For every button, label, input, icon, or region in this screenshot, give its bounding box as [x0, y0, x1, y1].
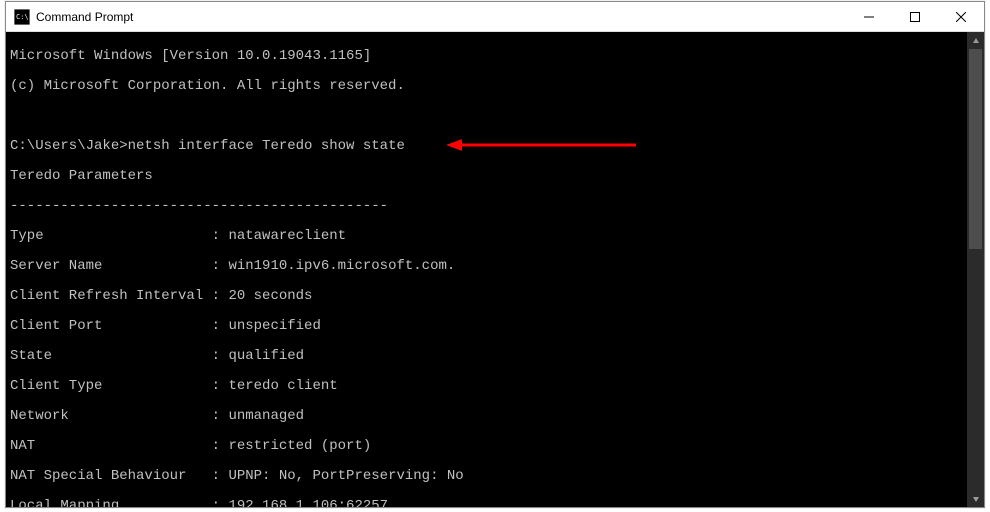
window-controls — [846, 2, 984, 31]
window-title: Command Prompt — [36, 10, 846, 24]
titlebar[interactable]: C:\ Command Prompt — [6, 2, 984, 32]
prompt-command: netsh interface Teredo show state — [128, 138, 405, 154]
row-localmap-value: 192.168.1.106:62257 — [228, 498, 388, 507]
row-nat-value: restricted (port) — [228, 438, 371, 454]
scroll-up-button[interactable] — [967, 32, 984, 49]
command-prompt-window: C:\ Command Prompt Microsoft Windows [Ve… — [5, 1, 985, 508]
line-version: Microsoft Windows [Version 10.0.19043.11… — [10, 48, 371, 64]
output-header: Teredo Parameters — [10, 168, 153, 184]
close-button[interactable] — [938, 2, 984, 31]
row-natspecial-value: UPNP: No, PortPreserving: No — [228, 468, 463, 484]
row-clienttype-value: teredo client — [228, 378, 337, 394]
row-network-value: unmanaged — [228, 408, 304, 424]
row-type-label: Type : — [10, 228, 228, 244]
vertical-scrollbar[interactable] — [967, 32, 984, 507]
row-state-label: State : — [10, 348, 228, 364]
terminal-client-area: Microsoft Windows [Version 10.0.19043.11… — [6, 32, 984, 507]
row-refresh-label: Client Refresh Interval : — [10, 288, 228, 304]
row-network-label: Network : — [10, 408, 228, 424]
row-server-value: win1910.ipv6.microsoft.com. — [228, 258, 455, 274]
row-refresh-value: 20 seconds — [228, 288, 312, 304]
terminal-output[interactable]: Microsoft Windows [Version 10.0.19043.11… — [6, 32, 967, 507]
scroll-down-button[interactable] — [967, 490, 984, 507]
cmd-icon: C:\ — [14, 9, 30, 25]
row-server-label: Server Name : — [10, 258, 228, 274]
svg-text:C:\: C:\ — [16, 13, 29, 21]
output-divider: ----------------------------------------… — [10, 198, 388, 214]
row-port-label: Client Port : — [10, 318, 228, 334]
row-nat-label: NAT : — [10, 438, 228, 454]
row-clienttype-label: Client Type : — [10, 378, 228, 394]
line-copyright: (c) Microsoft Corporation. All rights re… — [10, 78, 405, 94]
row-natspecial-label: NAT Special Behaviour : — [10, 468, 228, 484]
minimize-button[interactable] — [846, 2, 892, 31]
row-type-value: natawareclient — [228, 228, 346, 244]
prompt-path: C:\Users\Jake> — [10, 138, 128, 154]
scroll-thumb[interactable] — [969, 49, 982, 249]
row-state-value: qualified — [228, 348, 304, 364]
row-port-value: unspecified — [228, 318, 320, 334]
row-localmap-label: Local Mapping : — [10, 498, 228, 507]
maximize-button[interactable] — [892, 2, 938, 31]
